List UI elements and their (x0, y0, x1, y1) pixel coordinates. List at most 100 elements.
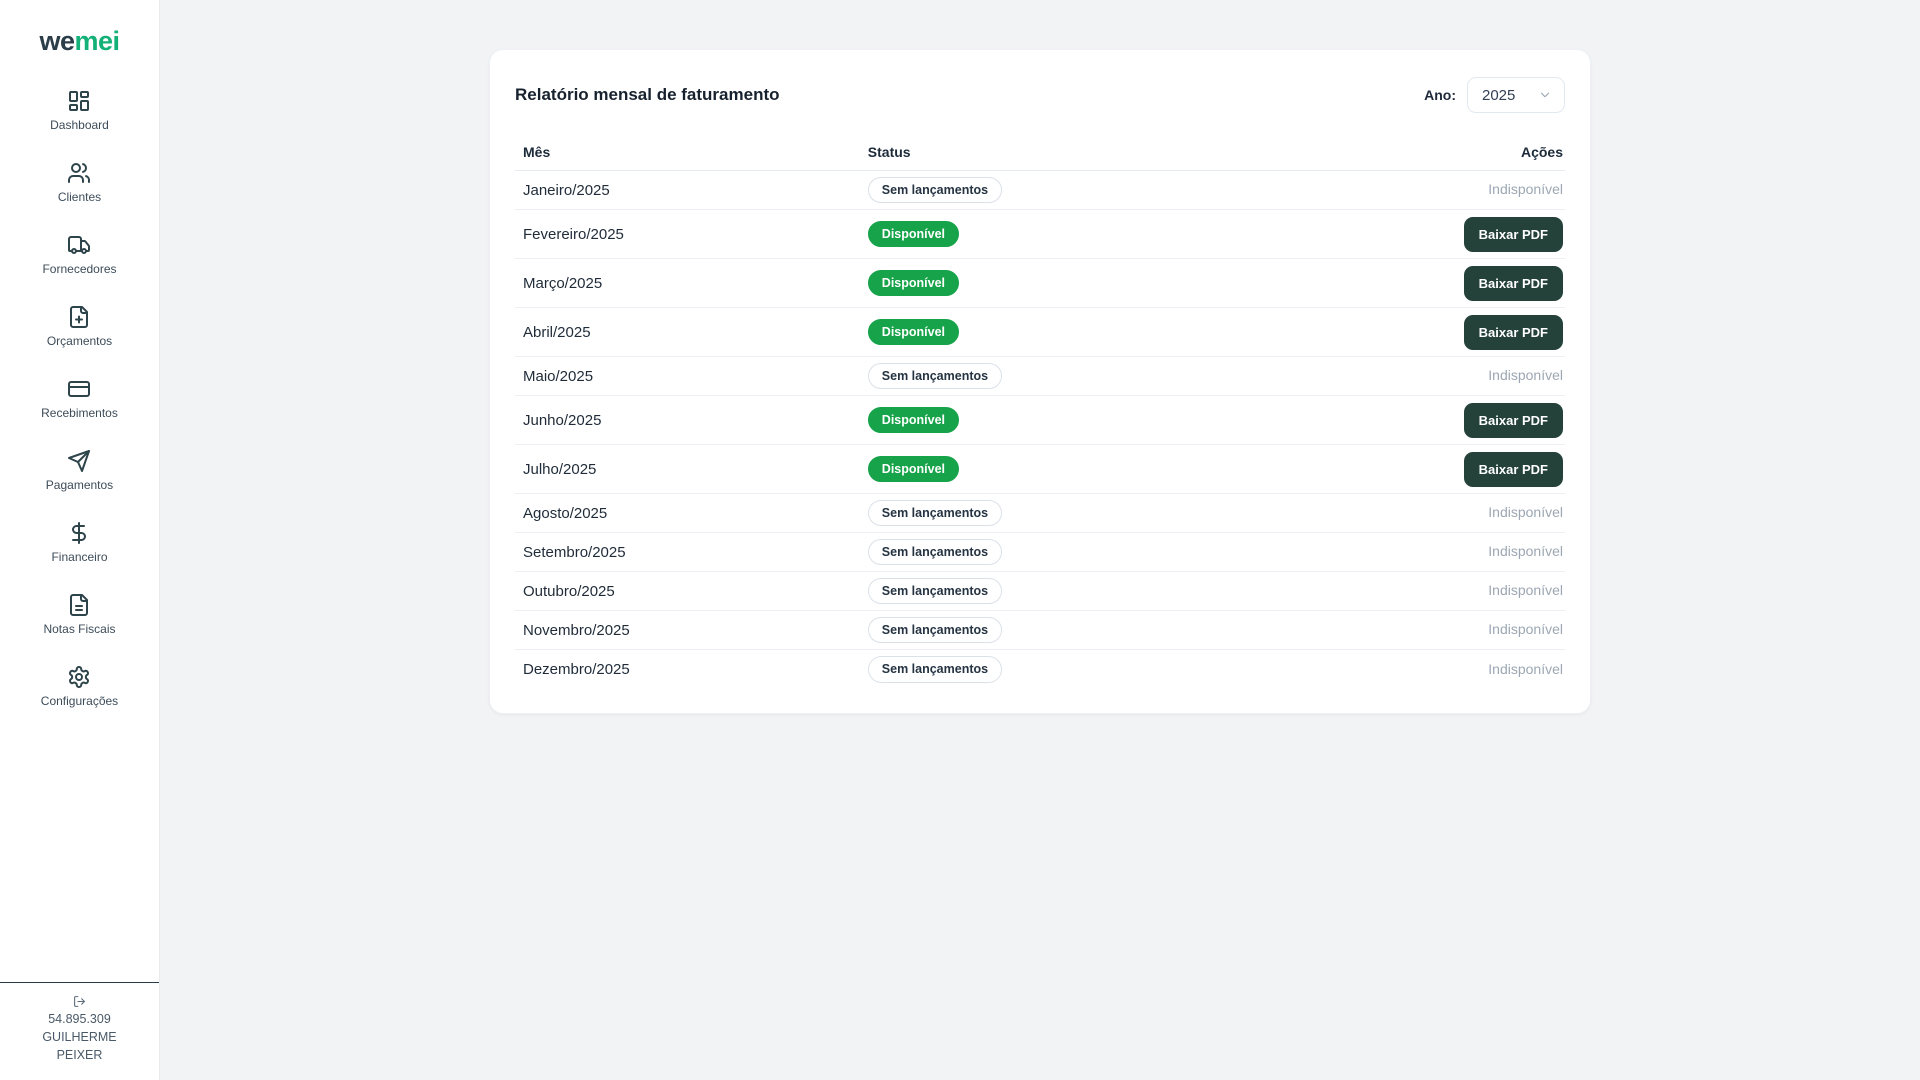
status-badge: Disponível (868, 221, 959, 248)
status-cell: Sem lançamentos (868, 656, 1425, 683)
baixar-pdf-button[interactable]: Baixar PDF (1464, 315, 1563, 350)
year-label: Ano: (1424, 87, 1456, 103)
baixar-pdf-button[interactable]: Baixar PDF (1464, 266, 1563, 301)
table-row: Junho/2025 Disponível Baixar PDF (515, 396, 1565, 445)
month-cell: Janeiro/2025 (515, 182, 868, 199)
action-cell: Baixar PDF (1425, 315, 1565, 350)
month-cell: Agosto/2025 (515, 505, 868, 522)
status-cell: Disponível (868, 270, 1425, 297)
indisponivel-label: Indisponível (1488, 661, 1563, 677)
month-cell: Maio/2025 (515, 368, 868, 385)
file-text-icon (67, 593, 91, 617)
table-row: Fevereiro/2025 Disponível Baixar PDF (515, 210, 1565, 259)
table-row: Maio/2025 Sem lançamentos Indisponível (515, 357, 1565, 396)
logout-icon[interactable] (73, 995, 86, 1008)
action-cell: Baixar PDF (1425, 403, 1565, 438)
file-plus-icon (67, 305, 91, 329)
status-cell: Sem lançamentos (868, 177, 1425, 204)
status-cell: Disponível (868, 456, 1425, 483)
sidebar: wemei Dashboard Clientes Fornecedores Or… (0, 0, 160, 1080)
sidebar-item-pagamentos[interactable]: Pagamentos (46, 449, 113, 492)
sidebar-item-notas-fiscais[interactable]: Notas Fiscais (43, 593, 115, 636)
gear-icon (67, 665, 91, 689)
status-cell: Sem lançamentos (868, 363, 1425, 390)
status-cell: Disponível (868, 319, 1425, 346)
sidebar-item-financeiro[interactable]: Financeiro (51, 521, 107, 564)
status-badge: Sem lançamentos (868, 578, 1002, 605)
month-cell: Março/2025 (515, 275, 868, 292)
month-cell: Setembro/2025 (515, 544, 868, 561)
status-badge: Disponível (868, 456, 959, 483)
status-cell: Sem lançamentos (868, 617, 1425, 644)
sidebar-item-configuracoes[interactable]: Configurações (41, 665, 118, 708)
action-cell: Indisponível (1425, 621, 1565, 639)
sidebar-footer: 54.895.309 GUILHERME PEIXER (0, 982, 159, 1080)
sidebar-item-label: Notas Fiscais (43, 622, 115, 636)
page-title: Relatório mensal de faturamento (515, 85, 780, 105)
company-id: 54.895.309 (48, 1012, 111, 1026)
action-cell: Indisponível (1425, 181, 1565, 199)
table-row: Outubro/2025 Sem lançamentos Indisponíve… (515, 572, 1565, 611)
month-cell: Abril/2025 (515, 324, 868, 341)
dollar-icon (67, 521, 91, 545)
month-cell: Julho/2025 (515, 461, 868, 478)
sidebar-item-label: Configurações (41, 694, 118, 708)
sidebar-item-dashboard[interactable]: Dashboard (50, 89, 109, 132)
dashboard-icon (67, 89, 91, 113)
month-cell: Novembro/2025 (515, 622, 868, 639)
action-cell: Indisponível (1425, 543, 1565, 561)
logo-text-we: we (39, 26, 74, 56)
column-header-status: Status (868, 144, 1425, 160)
baixar-pdf-button[interactable]: Baixar PDF (1464, 452, 1563, 487)
status-badge: Disponível (868, 407, 959, 434)
status-badge: Disponível (868, 319, 959, 346)
table-body: Janeiro/2025 Sem lançamentos Indisponíve… (515, 171, 1565, 689)
action-cell: Baixar PDF (1425, 217, 1565, 252)
action-cell: Indisponível (1425, 661, 1565, 679)
action-cell: Baixar PDF (1425, 266, 1565, 301)
table-row: Agosto/2025 Sem lançamentos Indisponível (515, 494, 1565, 533)
main-content: Relatório mensal de faturamento Ano: 202… (160, 0, 1920, 714)
indisponivel-label: Indisponível (1488, 504, 1563, 520)
indisponivel-label: Indisponível (1488, 367, 1563, 383)
status-badge: Sem lançamentos (868, 617, 1002, 644)
table-row: Janeiro/2025 Sem lançamentos Indisponíve… (515, 171, 1565, 210)
year-value: 2025 (1482, 87, 1515, 104)
table-row: Novembro/2025 Sem lançamentos Indisponív… (515, 611, 1565, 650)
sidebar-item-clientes[interactable]: Clientes (58, 161, 101, 204)
month-cell: Fevereiro/2025 (515, 226, 868, 243)
indisponivel-label: Indisponível (1488, 181, 1563, 197)
status-cell: Disponível (868, 221, 1425, 248)
chevron-down-icon (1538, 88, 1552, 102)
sidebar-item-label: Pagamentos (46, 478, 113, 492)
status-cell: Sem lançamentos (868, 539, 1425, 566)
indisponivel-label: Indisponível (1488, 582, 1563, 598)
indisponivel-label: Indisponível (1488, 543, 1563, 559)
wemei-logo: wemei (39, 26, 119, 57)
status-badge: Sem lançamentos (868, 500, 1002, 527)
sidebar-item-recebimentos[interactable]: Recebimentos (41, 377, 118, 420)
column-header-month: Mês (515, 144, 868, 160)
column-header-actions: Ações (1425, 144, 1565, 160)
baixar-pdf-button[interactable]: Baixar PDF (1464, 403, 1563, 438)
action-cell: Baixar PDF (1425, 452, 1565, 487)
action-cell: Indisponível (1425, 504, 1565, 522)
billing-table: Mês Status Ações Janeiro/2025 Sem lançam… (515, 133, 1565, 689)
table-header-row: Mês Status Ações (515, 133, 1565, 171)
sidebar-item-fornecedores[interactable]: Fornecedores (42, 233, 116, 276)
status-cell: Sem lançamentos (868, 578, 1425, 605)
status-cell: Disponível (868, 407, 1425, 434)
year-select[interactable]: 2025 (1467, 77, 1565, 113)
sidebar-item-label: Financeiro (51, 550, 107, 564)
status-cell: Sem lançamentos (868, 500, 1425, 527)
baixar-pdf-button[interactable]: Baixar PDF (1464, 217, 1563, 252)
table-row: Abril/2025 Disponível Baixar PDF (515, 308, 1565, 357)
action-cell: Indisponível (1425, 582, 1565, 600)
action-cell: Indisponível (1425, 367, 1565, 385)
sidebar-item-label: Orçamentos (47, 334, 112, 348)
billing-report-card: Relatório mensal de faturamento Ano: 202… (489, 49, 1591, 714)
sidebar-item-orcamentos[interactable]: Orçamentos (47, 305, 112, 348)
status-badge: Sem lançamentos (868, 539, 1002, 566)
sidebar-item-label: Dashboard (50, 118, 109, 132)
status-badge: Disponível (868, 270, 959, 297)
